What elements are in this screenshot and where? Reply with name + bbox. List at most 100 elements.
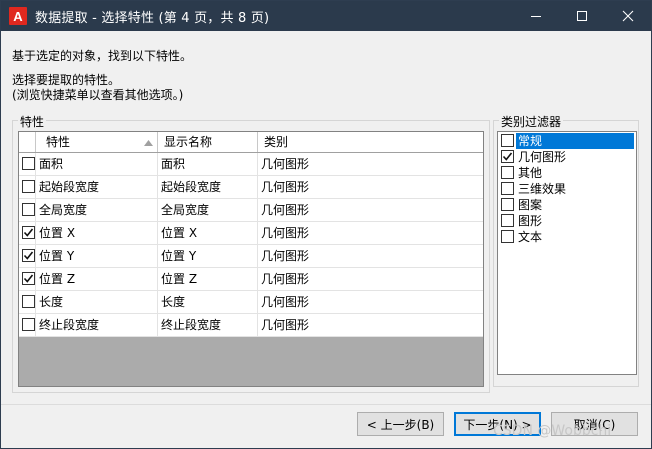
watermark-text: CSDN @Wobbchi bbox=[493, 423, 612, 439]
maximize-icon bbox=[577, 11, 587, 21]
checkmark-icon bbox=[502, 152, 513, 161]
filter-item[interactable]: 图形 bbox=[500, 213, 634, 229]
header-category[interactable]: 类别 bbox=[258, 132, 483, 152]
filter-item-label: 常规 bbox=[516, 133, 634, 149]
filter-checkbox[interactable] bbox=[501, 134, 514, 147]
cell-category: 几何图形 bbox=[261, 249, 310, 263]
cell-property: 位置 Y bbox=[36, 245, 158, 267]
table-row[interactable]: 起始段宽度 起始段宽度 几何图形 bbox=[19, 176, 483, 199]
filter-item-label: 几何图形 bbox=[518, 150, 567, 164]
filter-checkbox[interactable] bbox=[501, 166, 514, 179]
row-checkbox[interactable] bbox=[22, 295, 35, 308]
table-row[interactable]: 全局宽度 全局宽度 几何图形 bbox=[19, 199, 483, 222]
table-row[interactable]: 位置 X 位置 X 几何图形 bbox=[19, 222, 483, 245]
cell-category: 几何图形 bbox=[261, 318, 310, 332]
cell-property: 位置 X bbox=[36, 222, 158, 244]
cell-property: 全局宽度 bbox=[36, 199, 158, 221]
table-row[interactable]: 面积 面积 几何图形 bbox=[19, 153, 483, 176]
filter-item[interactable]: 常规 bbox=[500, 133, 634, 149]
row-checkbox-cell bbox=[19, 153, 36, 175]
filter-item[interactable]: 图案 bbox=[500, 197, 634, 213]
cell-category: 几何图形 bbox=[261, 272, 310, 286]
row-checkbox[interactable] bbox=[22, 203, 35, 216]
row-checkbox[interactable] bbox=[22, 272, 35, 285]
footer-divider bbox=[1, 404, 651, 405]
header-display-name-label: 显示名称 bbox=[164, 135, 213, 149]
cell-property: 长度 bbox=[36, 291, 158, 313]
header-property[interactable]: 特性 bbox=[36, 132, 158, 152]
header-property-label: 特性 bbox=[46, 135, 71, 149]
cell-property: 终止段宽度 bbox=[36, 314, 158, 336]
row-checkbox[interactable] bbox=[22, 226, 35, 239]
filter-checkbox[interactable] bbox=[501, 214, 514, 227]
filter-item[interactable]: 几何图形 bbox=[500, 149, 634, 165]
filter-item-label: 其他 bbox=[518, 166, 543, 180]
cell-display-name: 位置 Y bbox=[158, 245, 258, 267]
row-checkbox[interactable] bbox=[22, 249, 35, 262]
header-check-column bbox=[19, 132, 36, 152]
cell-property: 位置 Z bbox=[36, 268, 158, 290]
cell-display-name: 位置 Z bbox=[158, 268, 258, 290]
category-filter-title: 类别过滤器 bbox=[499, 113, 564, 130]
row-checkbox-cell bbox=[19, 291, 36, 313]
category-filter-list[interactable]: 常规 几何图形其他三维效果图案图形文本 bbox=[497, 131, 637, 375]
filter-checkbox[interactable] bbox=[501, 182, 514, 195]
checkmark-icon bbox=[23, 251, 34, 260]
close-icon bbox=[622, 10, 634, 22]
checkmark-icon bbox=[23, 228, 34, 237]
filter-checkbox[interactable] bbox=[501, 150, 514, 163]
table-row[interactable]: 位置 Z 位置 Z 几何图形 bbox=[19, 268, 483, 291]
table-row[interactable]: 终止段宽度 终止段宽度 几何图形 bbox=[19, 314, 483, 337]
cell-category: 几何图形 bbox=[261, 226, 310, 240]
row-checkbox-cell bbox=[19, 245, 36, 267]
filter-item-label: 三维效果 bbox=[518, 182, 567, 196]
maximize-button[interactable] bbox=[559, 1, 605, 31]
dialog-window: A 数据提取 - 选择特性 (第 4 页，共 8 页) 基于选定的对象，找到以下… bbox=[0, 0, 652, 449]
cell-property: 起始段宽度 bbox=[36, 176, 158, 198]
grid-header: 特性 显示名称 类别 bbox=[19, 132, 483, 153]
filter-item-label: 图案 bbox=[518, 198, 543, 212]
row-checkbox-cell bbox=[19, 314, 36, 336]
row-checkbox[interactable] bbox=[22, 180, 35, 193]
cell-category: 几何图形 bbox=[261, 295, 310, 309]
cell-display-name: 终止段宽度 bbox=[158, 314, 258, 336]
row-checkbox-cell bbox=[19, 176, 36, 198]
properties-grid[interactable]: 特性 显示名称 类别 面积 面积 几何图形 起始段宽度 起始段宽度 几何图形 全局宽度 全局宽… bbox=[18, 131, 484, 387]
properties-group-title: 特性 bbox=[18, 113, 47, 130]
checkmark-icon bbox=[23, 274, 34, 283]
window-title: 数据提取 - 选择特性 (第 4 页，共 8 页) bbox=[35, 10, 270, 26]
intro-text: 基于选定的对象，找到以下特性。 bbox=[12, 49, 193, 63]
row-checkbox[interactable] bbox=[22, 318, 35, 331]
close-button[interactable] bbox=[605, 1, 651, 31]
cell-display-name: 位置 X bbox=[158, 222, 258, 244]
header-display-name[interactable]: 显示名称 bbox=[158, 132, 258, 152]
filter-checkbox[interactable] bbox=[501, 230, 514, 243]
autocad-logo-icon: A bbox=[9, 7, 27, 25]
table-row[interactable]: 长度 长度 几何图形 bbox=[19, 291, 483, 314]
filter-checkbox[interactable] bbox=[501, 198, 514, 211]
row-checkbox-cell bbox=[19, 222, 36, 244]
filter-item[interactable]: 三维效果 bbox=[500, 181, 634, 197]
back-button[interactable]: < 上一步(B) bbox=[357, 412, 444, 436]
cell-display-name: 起始段宽度 bbox=[158, 176, 258, 198]
filter-item-label: 文本 bbox=[518, 230, 543, 244]
cell-display-name: 全局宽度 bbox=[158, 199, 258, 221]
cell-category: 几何图形 bbox=[261, 180, 310, 194]
minimize-icon bbox=[531, 16, 541, 17]
filter-item[interactable]: 其他 bbox=[500, 165, 634, 181]
cell-category: 几何图形 bbox=[261, 157, 310, 171]
cell-property: 面积 bbox=[36, 153, 158, 175]
hint-text: (浏览快捷菜单以查看其他选项。) bbox=[12, 88, 184, 102]
filter-item-label: 图形 bbox=[518, 214, 543, 228]
sort-ascending-icon bbox=[144, 140, 153, 146]
title-bar[interactable]: A 数据提取 - 选择特性 (第 4 页，共 8 页) bbox=[1, 1, 651, 31]
row-checkbox[interactable] bbox=[22, 157, 35, 170]
table-row[interactable]: 位置 Y 位置 Y 几何图形 bbox=[19, 245, 483, 268]
minimize-button[interactable] bbox=[513, 1, 559, 31]
cell-category: 几何图形 bbox=[261, 203, 310, 217]
row-checkbox-cell bbox=[19, 268, 36, 290]
filter-item[interactable]: 文本 bbox=[500, 229, 634, 245]
cell-display-name: 长度 bbox=[158, 291, 258, 313]
cell-display-name: 面积 bbox=[158, 153, 258, 175]
row-checkbox-cell bbox=[19, 199, 36, 221]
